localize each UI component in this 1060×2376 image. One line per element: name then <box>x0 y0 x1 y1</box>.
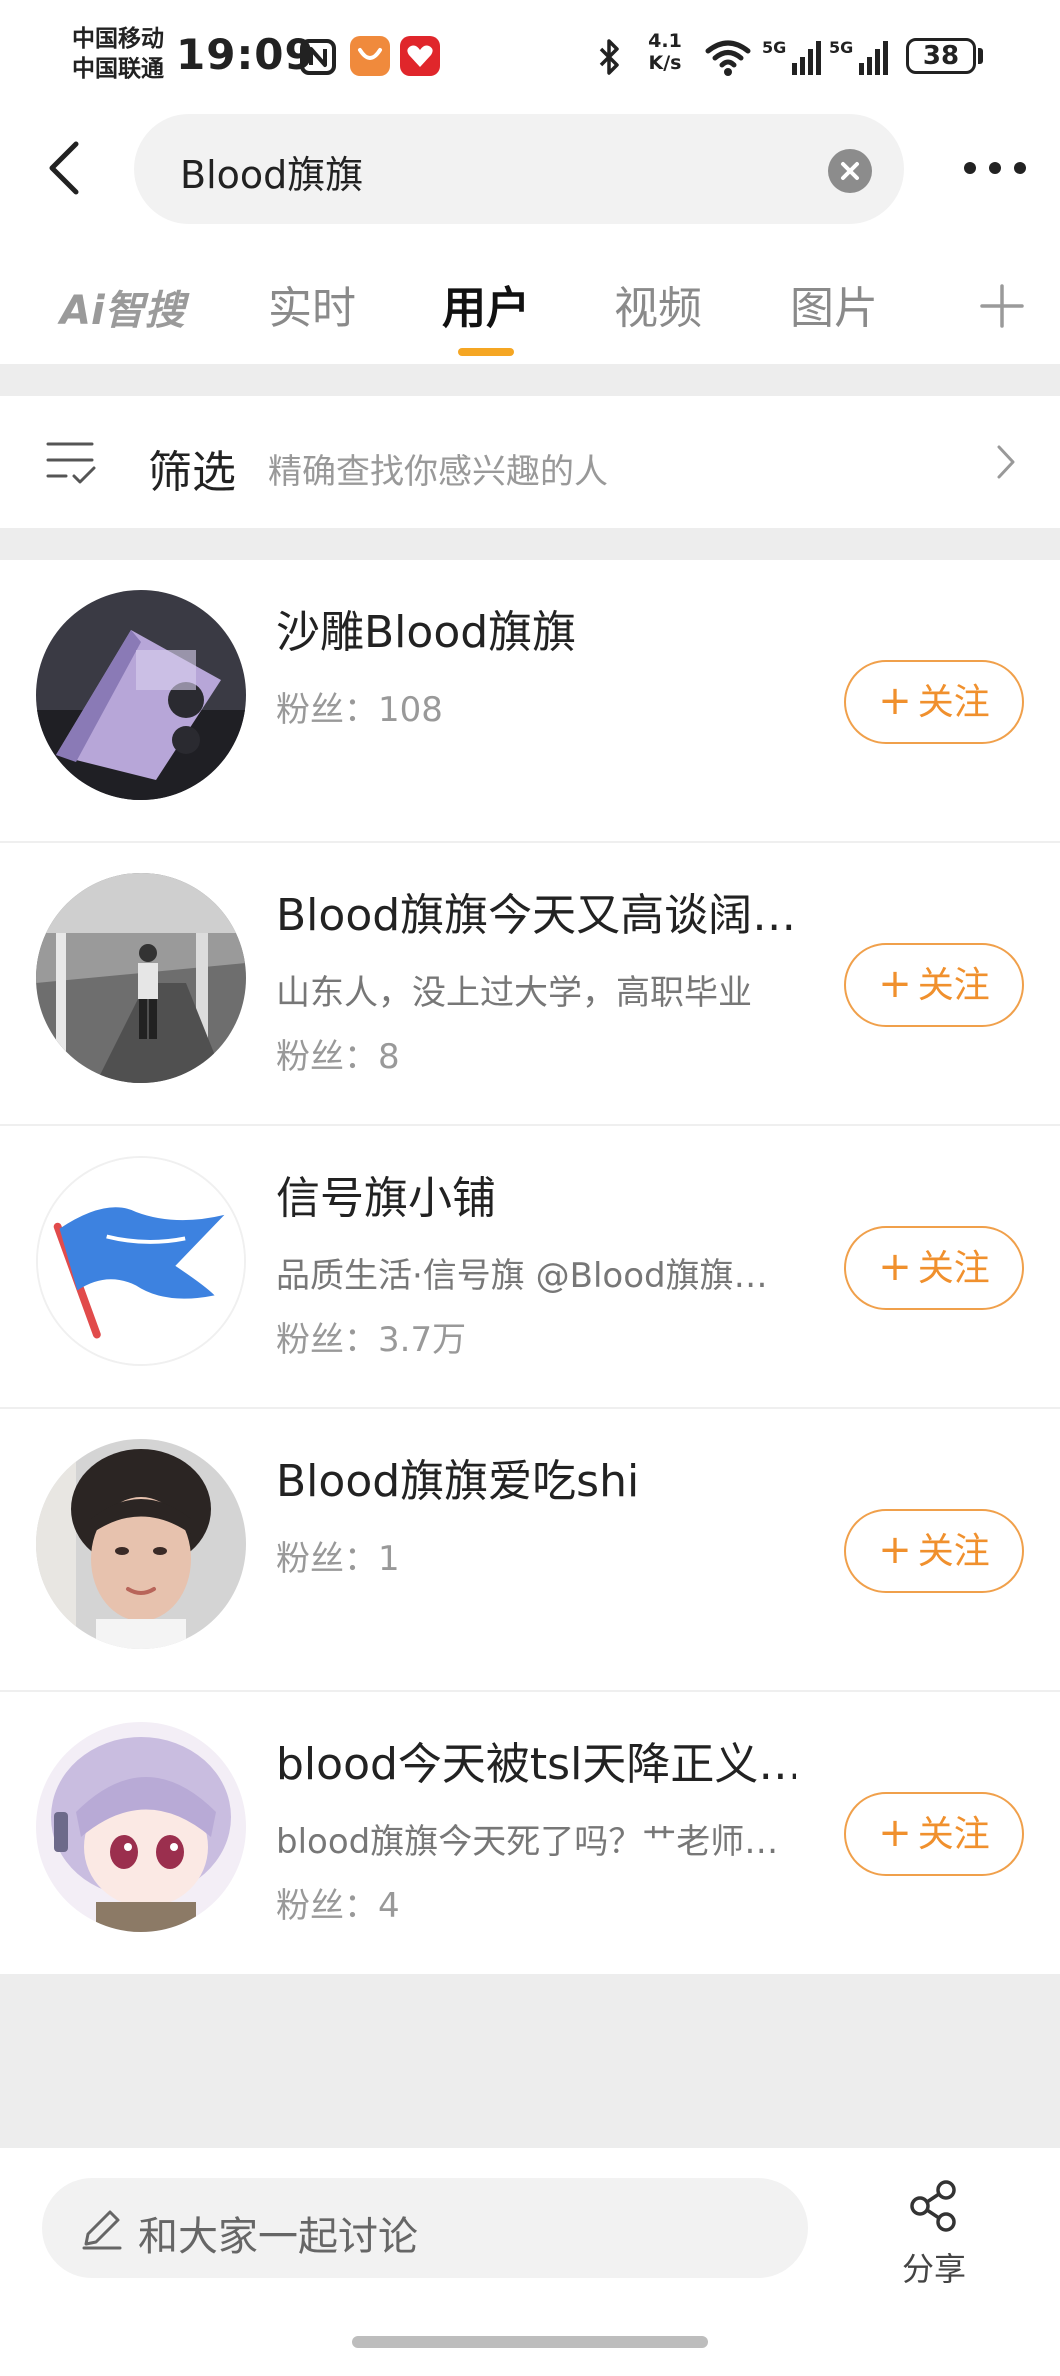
network-speed-unit: K/s <box>648 52 682 74</box>
fans-label: 粉丝： <box>276 1539 378 1579</box>
user-fans: 粉丝：4 <box>276 1878 400 1927</box>
user-list: 沙雕Blood旗旗 粉丝：108 + 关注 Blood旗旗今天又高谈阔… 山东人，… <box>0 560 1060 1974</box>
avatar[interactable] <box>36 590 246 800</box>
battery-tip <box>978 48 983 64</box>
fans-label: 粉丝： <box>276 690 378 730</box>
notification-app-icon <box>350 36 390 76</box>
share-label[interactable]: 分享 <box>894 2244 974 2290</box>
search-input[interactable]: Blood旗旗 <box>134 114 904 224</box>
filter-list-icon <box>44 434 100 490</box>
more-button[interactable] <box>960 148 1030 188</box>
user-row[interactable]: 信号旗小铺 品质生活·信号旗 @Blood旗旗… 粉丝：3.7万 + 关注 <box>0 1126 1060 1409</box>
follow-button[interactable]: + 关注 <box>844 1792 1024 1876</box>
user-row[interactable]: 沙雕Blood旗旗 粉丝：108 + 关注 <box>0 560 1060 843</box>
carrier-2: 中国联通 <box>72 56 164 82</box>
user-fans: 粉丝：3.7万 <box>276 1312 466 1361</box>
fans-count: 108 <box>378 690 443 730</box>
search-header: Blood旗旗 <box>0 110 1060 240</box>
avatar[interactable] <box>36 1439 246 1649</box>
wifi-icon <box>704 36 752 78</box>
sig1-label: 5G <box>762 38 786 57</box>
user-row[interactable]: blood今天被tsl天降正义… blood旗旗今天死了吗？艹老师… 粉丝：4 … <box>0 1692 1060 1975</box>
back-arrow-icon <box>49 141 79 195</box>
cellular-signal-icon: 5G <box>762 36 824 78</box>
user-name[interactable]: Blood旗旗今天又高谈阔… <box>276 879 796 943</box>
fans-count: 4 <box>378 1886 400 1926</box>
sig2-label: 5G <box>829 38 853 57</box>
fans-label: 粉丝： <box>276 1320 378 1360</box>
follow-label: 关注 <box>917 1248 990 1289</box>
user-name[interactable]: 信号旗小铺 <box>276 1162 496 1226</box>
active-tab-indicator <box>458 348 514 356</box>
user-row[interactable]: Blood旗旗今天又高谈阔… 山东人，没上过大学，高职毕业 粉丝：8 + 关注 <box>0 843 1060 1126</box>
filter-row[interactable]: 筛选 精确查找你感兴趣的人 <box>0 396 1060 528</box>
filter-title: 筛选 <box>148 447 236 498</box>
user-name[interactable]: Blood旗旗爱吃shi <box>276 1445 639 1509</box>
follow-button[interactable]: + 关注 <box>844 1509 1024 1593</box>
back-button[interactable] <box>38 132 94 204</box>
plus-icon: + <box>878 1810 912 1856</box>
tab-users[interactable]: 用户 <box>442 272 530 336</box>
follow-button[interactable]: + 关注 <box>844 660 1024 744</box>
plus-icon: + <box>878 1527 912 1573</box>
user-fans: 粉丝：1 <box>276 1531 400 1580</box>
share-icon[interactable] <box>906 2178 962 2234</box>
network-speed: 4.1 K/s <box>640 30 690 74</box>
user-fans: 粉丝：8 <box>276 1029 400 1078</box>
nfc-icon <box>298 36 338 78</box>
chevron-right-icon <box>994 442 1018 482</box>
home-indicator[interactable] <box>352 2336 708 2348</box>
tab-realtime[interactable]: 实时 <box>268 272 356 336</box>
clear-button[interactable] <box>828 149 872 193</box>
plus-icon: + <box>878 1244 912 1290</box>
user-description: 品质生活·信号旗 @Blood旗旗… <box>276 1256 768 1296</box>
fans-count: 8 <box>378 1037 400 1077</box>
status-bar: 中国移动 中国联通 19:09 4.1 K/s 5G 5G 38 <box>0 0 1060 110</box>
clock: 19:09 <box>176 30 315 79</box>
comment-placeholder: 和大家一起讨论 <box>138 2214 418 2260</box>
search-query: Blood旗旗 <box>180 153 364 197</box>
follow-label: 关注 <box>917 965 990 1006</box>
notification-app-icon-2 <box>400 36 440 76</box>
user-description: 山东人，没上过大学，高职毕业 <box>276 973 752 1013</box>
fans-count: 3.7万 <box>378 1320 467 1360</box>
tab-videos[interactable]: 视频 <box>614 272 702 336</box>
user-fans: 粉丝：108 <box>276 682 443 731</box>
add-tab-button[interactable] <box>978 282 1026 330</box>
carrier-names: 中国移动 中国联通 <box>72 24 164 84</box>
plus-icon: + <box>878 961 912 1007</box>
fans-label: 粉丝： <box>276 1886 378 1926</box>
follow-label: 关注 <box>917 1531 990 1572</box>
follow-button[interactable]: + 关注 <box>844 943 1024 1027</box>
fans-label: 粉丝： <box>276 1037 378 1077</box>
user-description: blood旗旗今天死了吗？艹老师… <box>276 1822 779 1862</box>
pencil-icon <box>78 2204 126 2252</box>
more-dots-icon <box>964 162 1026 174</box>
user-name[interactable]: 沙雕Blood旗旗 <box>276 596 576 660</box>
cellular-signal-icon-2: 5G <box>828 36 892 78</box>
follow-label: 关注 <box>917 1814 990 1855</box>
search-tabs: Ai智搜 实时 用户 视频 图片 <box>0 240 1060 364</box>
filter-description: 精确查找你感兴趣的人 <box>268 452 608 492</box>
plus-icon <box>980 284 1024 328</box>
tab-images[interactable]: 图片 <box>790 272 878 336</box>
user-row[interactable]: Blood旗旗爱吃shi 粉丝：1 + 关注 <box>0 1409 1060 1692</box>
clear-icon <box>841 162 859 180</box>
fans-count: 1 <box>378 1539 400 1579</box>
avatar[interactable] <box>36 1722 246 1932</box>
tab-ai-search[interactable]: Ai智搜 <box>60 278 185 336</box>
carrier-1: 中国移动 <box>72 26 164 52</box>
network-speed-value: 4.1 <box>648 30 682 52</box>
plus-icon: + <box>878 678 912 724</box>
follow-button[interactable]: + 关注 <box>844 1226 1024 1310</box>
follow-label: 关注 <box>917 682 990 723</box>
bluetooth-icon <box>596 36 622 78</box>
user-name[interactable]: blood今天被tsl天降正义… <box>276 1728 796 1792</box>
comment-input[interactable]: 和大家一起讨论 <box>42 2178 808 2278</box>
avatar[interactable] <box>36 1156 246 1366</box>
avatar[interactable] <box>36 873 246 1083</box>
battery-indicator: 38 <box>906 38 976 74</box>
